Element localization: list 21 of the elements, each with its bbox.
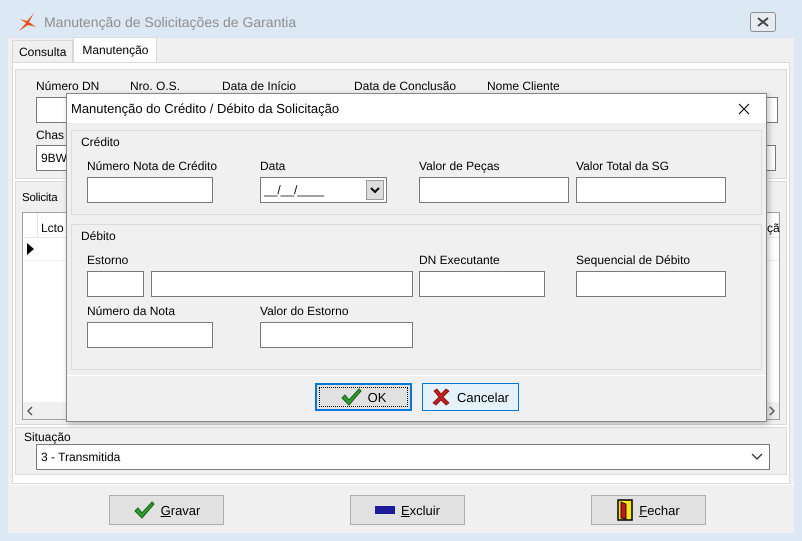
field-label: Valor de Peças bbox=[419, 159, 500, 173]
field-label: Valor do Estorno bbox=[260, 304, 350, 318]
field-label: Nro. O.S. bbox=[130, 80, 182, 93]
field-label: Chas bbox=[36, 128, 64, 142]
field-label: Data bbox=[260, 159, 286, 173]
field-label: Nome Cliente bbox=[487, 80, 560, 93]
dialog-title: Manutenção do Crédito / Débito da Solicitação bbox=[71, 101, 340, 116]
group-title: Situação bbox=[24, 430, 72, 444]
group-title: Solicita bbox=[22, 192, 59, 204]
field-label: DN Executante bbox=[419, 253, 501, 267]
field-label: Número da Nota bbox=[87, 304, 176, 318]
group-title: Crédito bbox=[81, 135, 121, 151]
field-label: Data de Conclusão bbox=[354, 80, 458, 93]
field-label: Data de Início bbox=[222, 80, 298, 93]
field-label: Sequencial de Débito bbox=[576, 253, 692, 267]
field-label: Número DN bbox=[36, 80, 100, 93]
field-label: Valor Total da SG bbox=[576, 159, 670, 173]
group-title: Débito bbox=[81, 229, 117, 245]
field-label: Estorno bbox=[87, 253, 130, 267]
field-label: Número Nota de Crédito bbox=[87, 159, 218, 173]
window-title: Manutenção de Solicitações de Garantia bbox=[44, 14, 296, 30]
